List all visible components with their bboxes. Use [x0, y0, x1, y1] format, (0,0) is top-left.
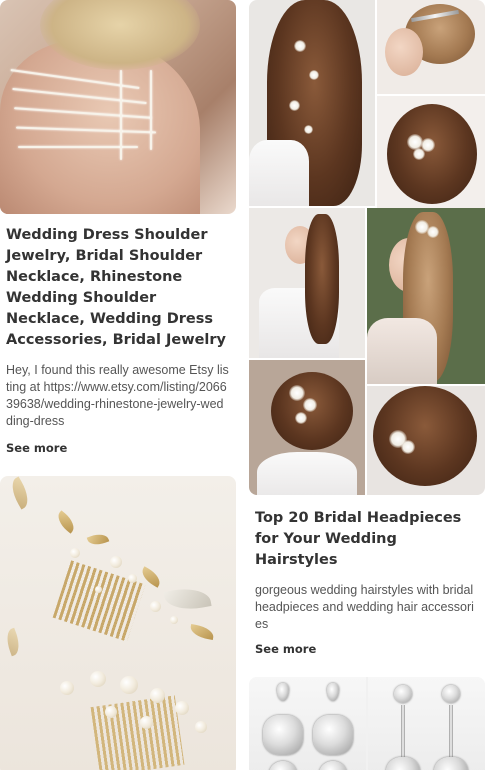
leaf-ornament: [163, 584, 212, 614]
pearl: [110, 556, 122, 568]
pearl: [95, 586, 102, 593]
pearl: [175, 701, 189, 715]
pearl: [120, 676, 138, 694]
dress-shape: [367, 318, 437, 384]
photo-tile: [377, 96, 485, 208]
dress-shape: [249, 140, 309, 206]
pin-description: Hey, I found this really awesome Etsy li…: [6, 363, 229, 428]
photo-tile: [367, 208, 485, 384]
sparkle: [304, 125, 313, 134]
pearl: [140, 716, 153, 729]
comb-teeth: [52, 560, 146, 642]
chain-strand: [150, 70, 152, 150]
leaf-ornament: [2, 627, 24, 657]
pin-image-chandelier-earrings[interactable]: [249, 677, 485, 770]
photo-tile: [249, 677, 366, 770]
sparkle: [303, 398, 317, 412]
pin-title[interactable]: Top 20 Bridal Headpieces for Your Weddin…: [249, 508, 485, 571]
see-more-link[interactable]: See more: [0, 441, 73, 455]
gem: [394, 685, 412, 703]
leaf-ornament: [6, 476, 34, 510]
hair-shape: [387, 104, 477, 204]
photo-tile: [249, 208, 365, 358]
earring-bar: [449, 705, 453, 760]
see-more-link[interactable]: See more: [249, 642, 322, 656]
chain-strand: [120, 70, 122, 160]
gem: [319, 761, 347, 770]
pearl: [150, 601, 161, 612]
pin-image-shoulder-necklace[interactable]: [0, 0, 236, 214]
hair-shape: [305, 214, 339, 344]
sparkle: [295, 412, 307, 424]
leaf-ornament: [86, 530, 110, 549]
gem: [434, 757, 468, 770]
comb-teeth: [90, 695, 185, 770]
right-column: Top 20 Bridal Headpieces for Your Weddin…: [249, 0, 485, 770]
photo-tile: [367, 386, 485, 495]
earring-bar: [401, 705, 405, 760]
leaf-ornament: [53, 510, 79, 534]
gem: [442, 685, 460, 703]
pin-image-hair-combs[interactable]: [0, 476, 236, 770]
photo-tile: [368, 677, 485, 770]
leaf-ornament: [189, 624, 215, 640]
pearl: [150, 688, 165, 703]
sparkle: [309, 70, 319, 80]
pin-description: gorgeous wedding hairstyles with bridal …: [255, 583, 474, 631]
pearl: [60, 681, 74, 695]
sparkle: [427, 226, 439, 238]
pearl: [90, 671, 106, 687]
pearl: [128, 574, 137, 583]
gem: [269, 761, 297, 770]
pearl: [105, 706, 117, 718]
gem: [277, 683, 289, 701]
pearl: [195, 721, 207, 733]
photo-tile: [377, 0, 485, 94]
pearl: [70, 548, 80, 558]
gem: [327, 683, 339, 701]
gem: [263, 715, 303, 755]
face-shape: [385, 28, 423, 76]
pin-image-bridal-headpieces-collage[interactable]: [249, 0, 485, 495]
sparkle: [294, 40, 306, 52]
sparkle: [289, 100, 300, 111]
sparkle: [289, 385, 305, 401]
sparkle: [413, 148, 425, 160]
pearl: [170, 616, 178, 624]
photo-tile: [249, 0, 375, 206]
sparkle: [401, 440, 415, 454]
pin-card-shoulder-jewelry[interactable]: Wedding Dress Shoulder Jewelry, Bridal S…: [0, 0, 236, 456]
gem: [386, 757, 420, 770]
left-column: Wedding Dress Shoulder Jewelry, Bridal S…: [0, 0, 236, 770]
dress-shape: [257, 452, 357, 495]
pin-title[interactable]: Wedding Dress Shoulder Jewelry, Bridal S…: [0, 225, 236, 351]
gem: [313, 715, 353, 755]
photo-tile: [249, 360, 365, 495]
